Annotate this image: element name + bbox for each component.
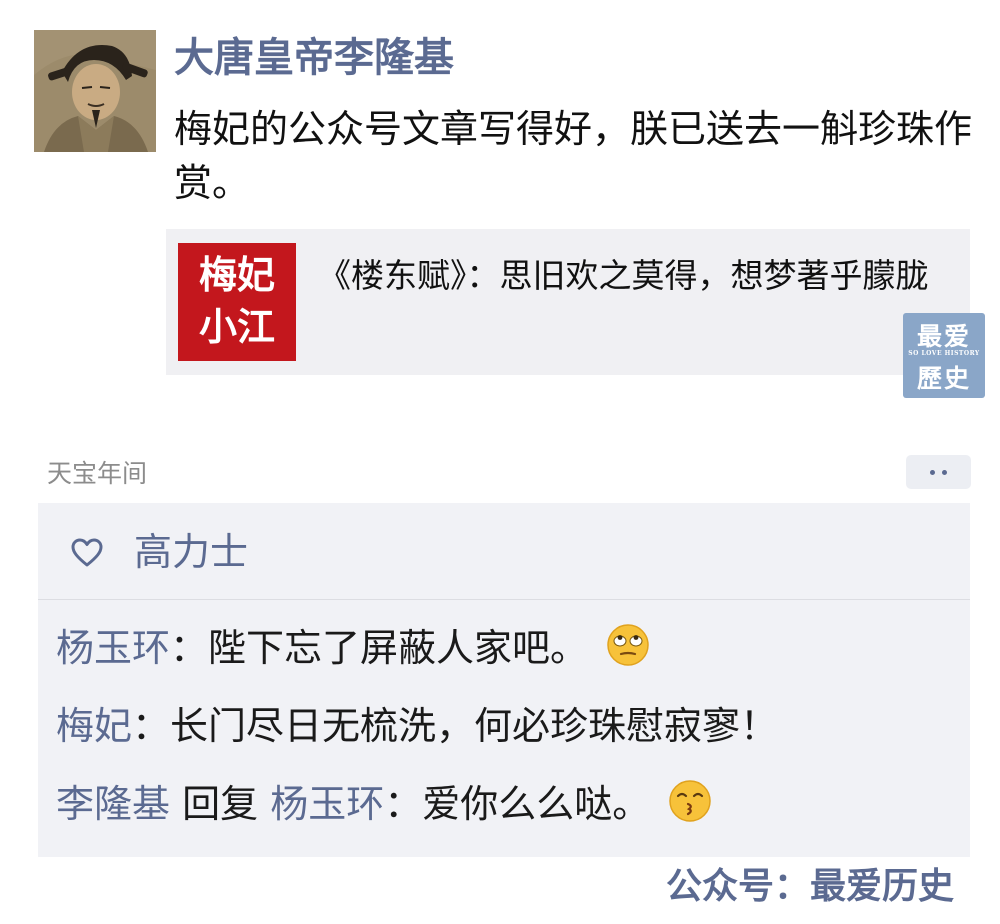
kissing-emoji-icon bbox=[669, 780, 712, 822]
comment-text: 陛下忘了屏蔽人家吧。 bbox=[208, 626, 589, 670]
like-user-name[interactable]: 高力士 bbox=[134, 527, 248, 577]
comment-author[interactable]: 李隆基 bbox=[56, 782, 170, 826]
dot-icon bbox=[942, 470, 947, 475]
watermark-subtitle: SO LOVE HISTORY bbox=[908, 350, 980, 357]
emperor-portrait-icon bbox=[34, 30, 156, 152]
link-title: 《楼东赋》：思旧欢之莫得，想梦著乎朦胧 bbox=[318, 256, 929, 295]
reply-target[interactable]: 杨玉环 bbox=[270, 782, 384, 826]
reply-word: 回复 bbox=[170, 782, 271, 826]
rolling-eyes-emoji-icon bbox=[607, 624, 649, 666]
comment-text: 爱你么么哒。 bbox=[422, 782, 651, 826]
thumb-line-1: 梅妃 bbox=[198, 253, 275, 297]
comment-item[interactable]: 李隆基 回复 杨玉环：爱你么么哒。 bbox=[56, 779, 956, 829]
comment-item[interactable]: 杨玉环：陛下忘了屏蔽人家吧。 bbox=[56, 623, 956, 673]
likes-row: 高力士 bbox=[38, 503, 970, 599]
comment-author[interactable]: 梅妃 bbox=[56, 704, 132, 748]
post-timestamp: 天宝年间 bbox=[47, 459, 148, 488]
dot-icon bbox=[930, 470, 935, 475]
watermark-logo: 最爱 SO LOVE HISTORY 歷史 bbox=[903, 313, 985, 398]
comment-separator: ： bbox=[384, 782, 423, 826]
link-card[interactable]: 梅妃 小江 《楼东赋》：思旧欢之莫得，想梦著乎朦胧 bbox=[166, 229, 970, 375]
post-author[interactable]: 大唐皇帝李隆基 bbox=[174, 32, 454, 84]
moments-post: 大唐皇帝李隆基 梅妃的公众号文章写得好，朕已送去一斛珍珠作赏。 梅妃 小江 《楼… bbox=[0, 0, 1000, 924]
thumb-line-2: 小江 bbox=[198, 305, 275, 349]
heart-icon bbox=[71, 538, 103, 567]
comment-item[interactable]: 梅妃：长门尽日无梳洗，何必珍珠慰寂寥！ bbox=[56, 701, 956, 751]
footer-brand: 公众号：最爱历史 bbox=[665, 866, 954, 907]
link-thumbnail: 梅妃 小江 bbox=[178, 243, 296, 361]
more-options-button[interactable] bbox=[906, 455, 971, 489]
comment-separator: ： bbox=[132, 704, 171, 748]
comment-author[interactable]: 杨玉环 bbox=[56, 626, 170, 670]
comment-section: 高力士 杨玉环：陛下忘了屏蔽人家吧。 梅妃：长门尽日无梳洗，何必珍珠慰寂寥！ 李… bbox=[38, 503, 970, 857]
watermark-bottom: 歷史 bbox=[916, 364, 971, 393]
avatar[interactable] bbox=[34, 30, 156, 152]
comment-text: 长门尽日无梳洗，何必珍珠慰寂寥！ bbox=[170, 704, 779, 748]
post-text: 梅妃的公众号文章写得好，朕已送去一斛珍珠作赏。 bbox=[174, 107, 973, 205]
divider bbox=[38, 599, 970, 600]
watermark-top: 最爱 bbox=[916, 322, 971, 351]
comment-separator: ： bbox=[170, 626, 209, 670]
